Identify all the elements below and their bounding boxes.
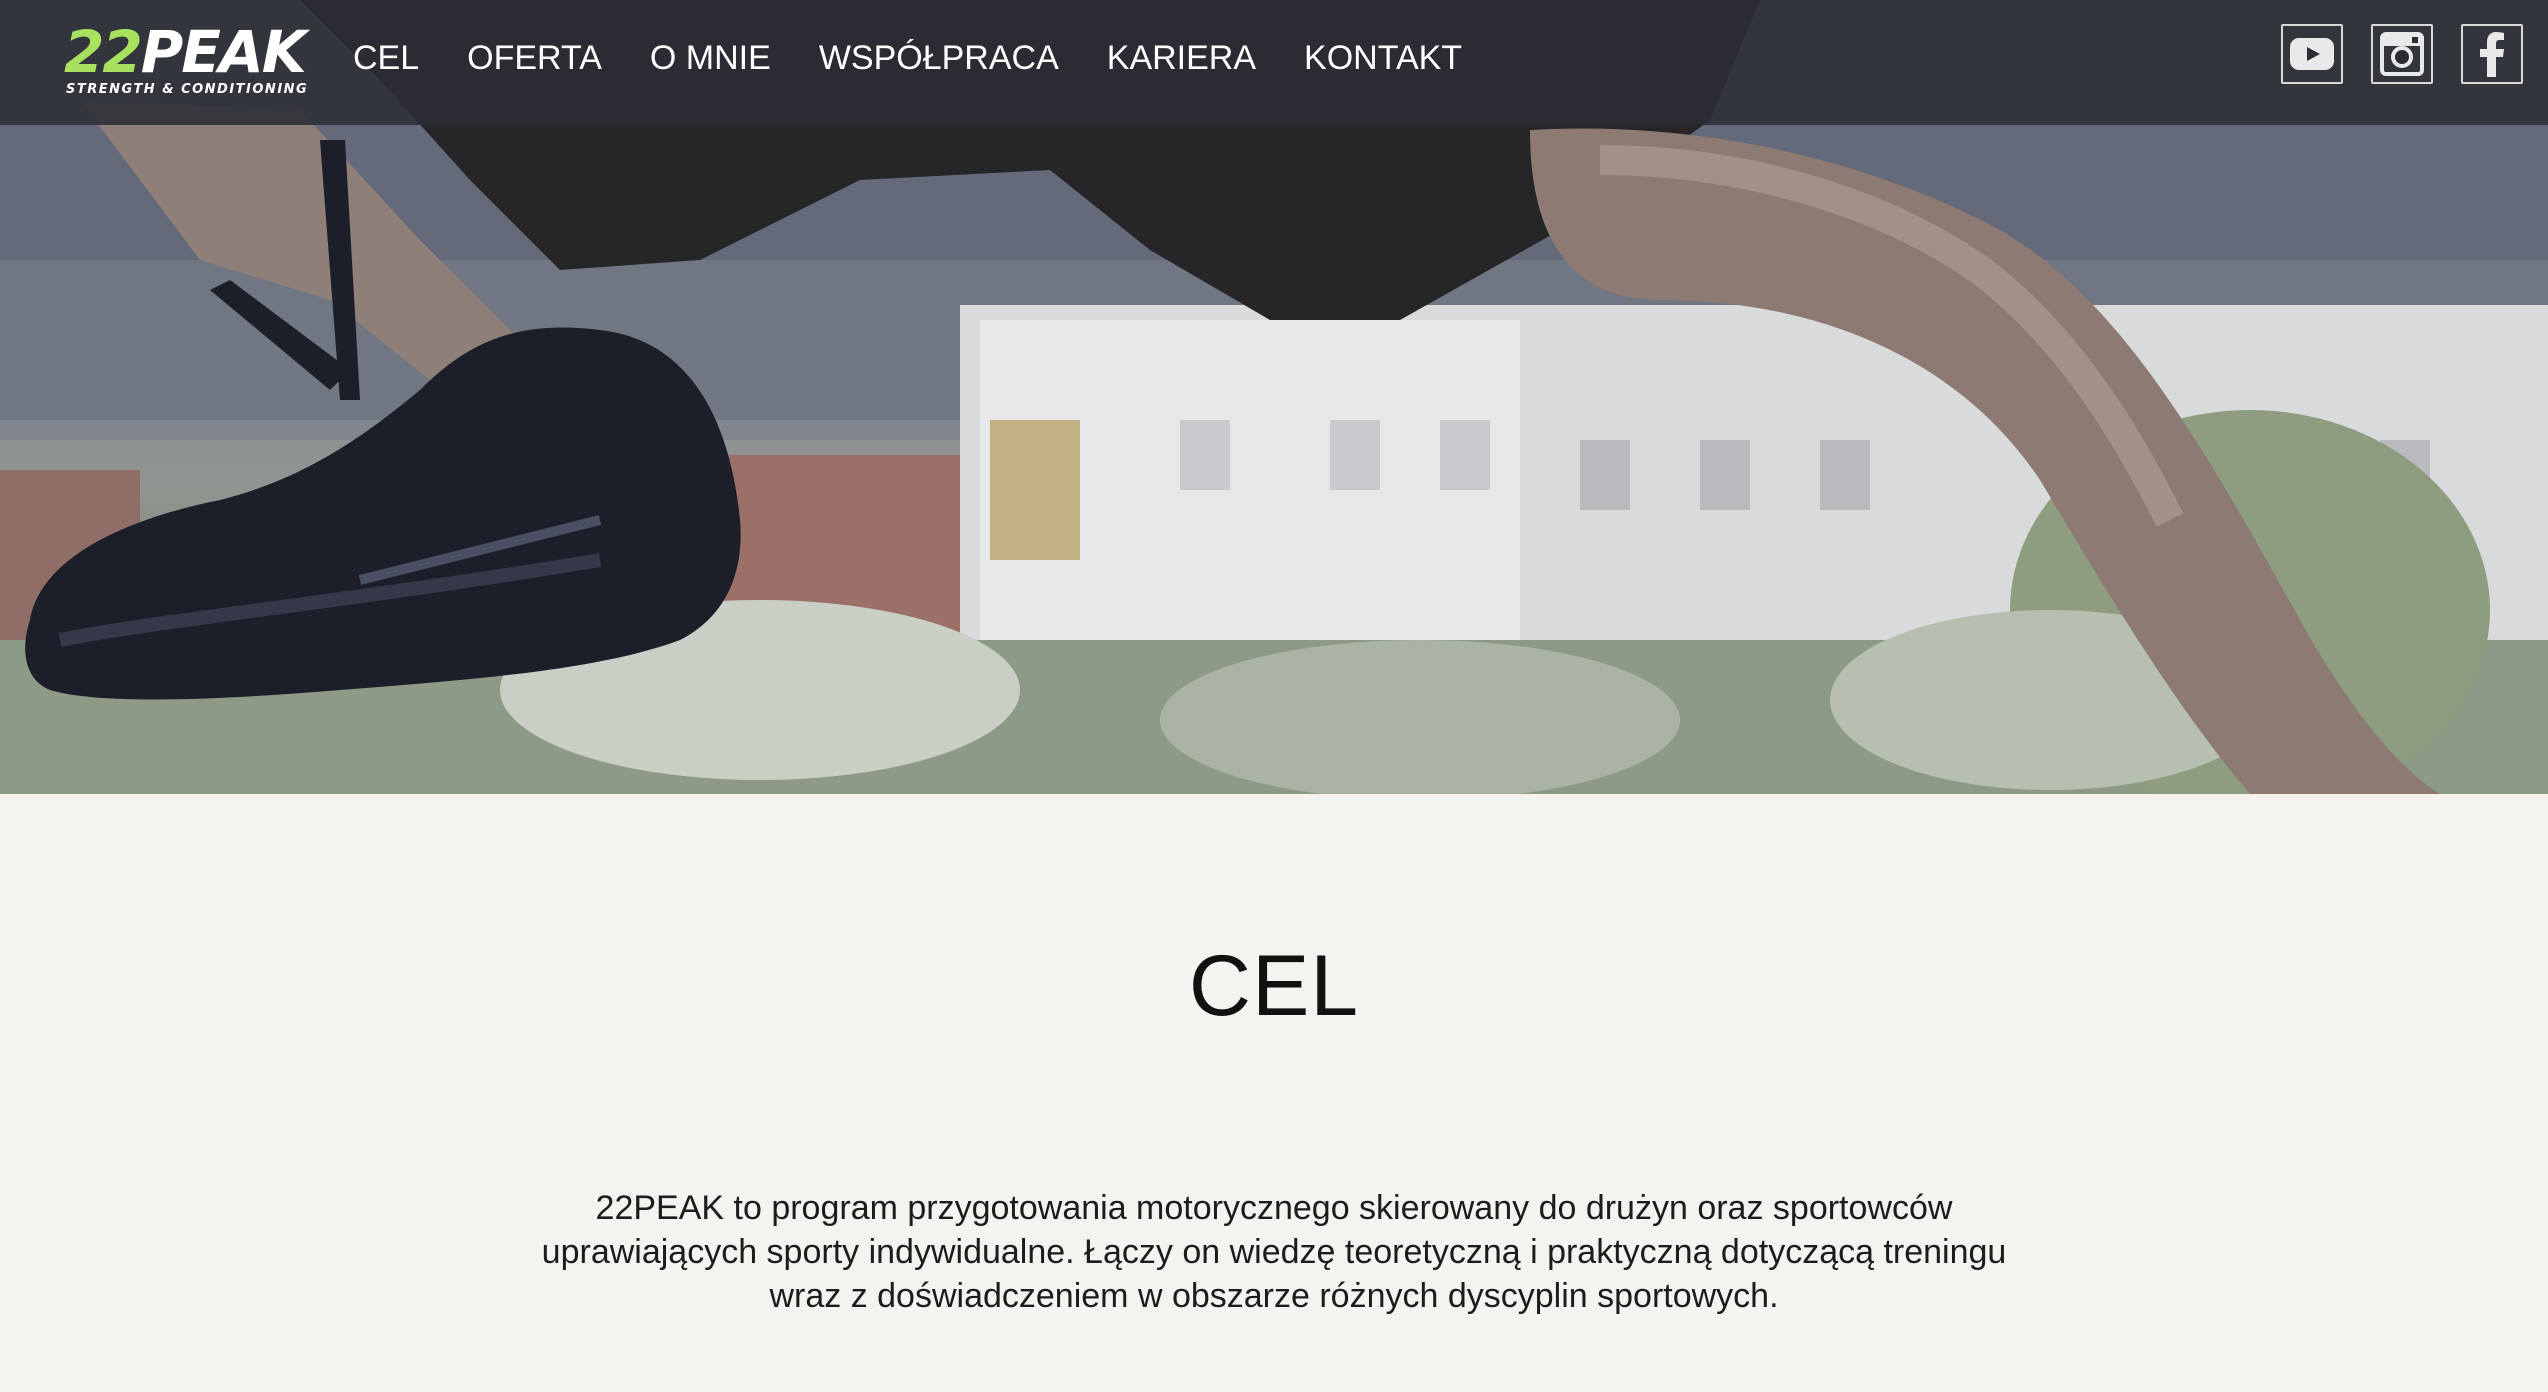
- nav-item-wspolpraca[interactable]: WSPÓŁPRACA: [819, 36, 1059, 80]
- logo-number: 22: [64, 18, 143, 86]
- instagram-icon: [2380, 32, 2424, 76]
- facebook-link[interactable]: [2461, 24, 2523, 84]
- instagram-link[interactable]: [2371, 24, 2433, 84]
- youtube-icon: [2290, 38, 2334, 70]
- nav-item-kontakt[interactable]: KONTAKT: [1304, 36, 1462, 80]
- nav-item-kariera[interactable]: KARIERA: [1107, 36, 1256, 80]
- nav-item-o-mnie[interactable]: O MNIE: [650, 36, 771, 80]
- nav-item-cel[interactable]: CEL: [353, 36, 419, 80]
- brand-logo[interactable]: 22PEAK STRENGTH & CONDITIONING: [64, 22, 307, 104]
- facebook-icon: [2480, 32, 2504, 77]
- top-navbar: 22PEAK STRENGTH & CONDITIONING CEL OFERT…: [0, 0, 2548, 125]
- logo-wordmark: 22PEAK: [64, 22, 307, 82]
- nav-item-oferta[interactable]: OFERTA: [467, 36, 602, 80]
- section-description: 22PEAK to program przygotowania motorycz…: [541, 1189, 2007, 1315]
- section-title: CEL: [1188, 938, 1360, 1034]
- youtube-link[interactable]: [2281, 24, 2343, 84]
- logo-tagline: STRENGTH & CONDITIONING: [66, 82, 309, 97]
- logo-word: PEAK: [140, 18, 307, 86]
- main-nav: CEL OFERTA O MNIE WSPÓŁPRACA KARIERA KON…: [353, 36, 1510, 80]
